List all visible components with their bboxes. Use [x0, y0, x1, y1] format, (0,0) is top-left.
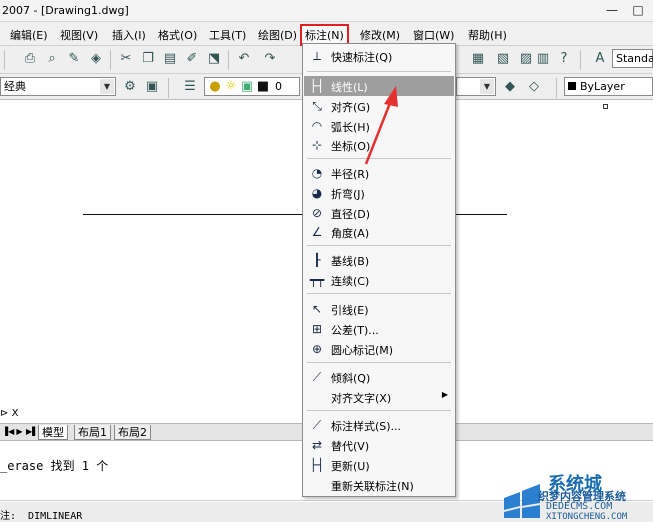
annotation-arrow-head [384, 86, 398, 107]
annotation-arrow-shaft [364, 97, 394, 165]
watermark-url-1: DEDECMS.COM [546, 501, 613, 512]
watermark-url-2: XITONGCHENG.COM [546, 512, 628, 522]
watermark: 系统城 织梦内容管理系统 DEDECMS.COM XITONGCHENG.COM [498, 470, 653, 522]
annotation-arrow [364, 86, 398, 165]
